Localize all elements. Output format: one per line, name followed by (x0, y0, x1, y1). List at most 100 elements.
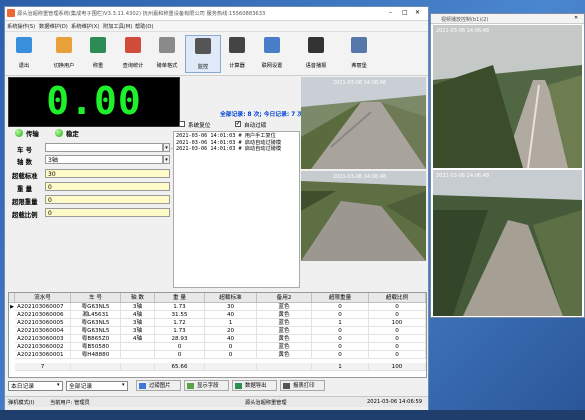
auto-save-checkbox[interactable]: ✔ (235, 121, 241, 127)
table-cell[interactable]: 0 (205, 343, 257, 351)
table-cell[interactable]: 3轴 (121, 319, 155, 327)
table-cell[interactable]: 0 (312, 343, 369, 351)
table-cell[interactable]: 40 (205, 335, 257, 343)
column-header-plate[interactable]: 车 号 (71, 293, 121, 303)
table-cell[interactable]: 31.55 (155, 311, 205, 319)
table-cell[interactable]: 1 (205, 319, 257, 327)
table-cell[interactable]: 3轴 (121, 303, 155, 311)
table-cell[interactable]: 0 (312, 311, 369, 319)
table-cell[interactable]: 蓝色 (257, 343, 312, 351)
table-cell[interactable]: 0 (312, 303, 369, 311)
table-cell[interactable]: 黄色 (257, 335, 312, 343)
menu-tools[interactable]: 附加工具(M) (103, 23, 132, 30)
table-cell[interactable]: 粤B865Z0 (71, 335, 121, 343)
table-cell[interactable]: 20 (205, 327, 257, 335)
table-cell[interactable]: 0 (369, 351, 426, 359)
record-scope-select[interactable]: 本日记录 (8, 381, 63, 391)
record-scope-dropdown-icon[interactable]: ▾ (57, 382, 60, 388)
close-button[interactable]: ✕ (415, 9, 420, 16)
column-header-over-weight[interactable]: 超限重量 (312, 293, 369, 303)
exit-button[interactable]: 退出 (7, 35, 41, 71)
over-weight-input[interactable]: 0 (45, 195, 170, 204)
table-cell[interactable]: 0 (369, 303, 426, 311)
limit-input[interactable]: 30 (45, 169, 170, 178)
table-cell[interactable]: 3轴 (121, 327, 155, 335)
switch-user-button[interactable]: 切换用户 (47, 35, 81, 71)
column-header-limit[interactable]: 超载标准 (205, 293, 257, 303)
video-close-button[interactable]: ✕ (574, 15, 578, 21)
plate-input[interactable] (45, 143, 163, 152)
table-cell[interactable]: 0 (369, 335, 426, 343)
table-cell[interactable]: 0 (205, 351, 257, 359)
minimize-button[interactable]: – (389, 9, 392, 16)
ticket-format-button[interactable]: 磅单格式 (150, 35, 184, 71)
table-cell[interactable]: 蓝色 (257, 303, 312, 311)
column-header-serial[interactable]: 流水号 (15, 293, 71, 303)
column-header-weight[interactable]: 重 量 (155, 293, 205, 303)
table-cell[interactable]: 4轴 (121, 311, 155, 319)
table-cell[interactable]: 1.73 (155, 303, 205, 311)
column-header-spare2[interactable]: 备用2 (257, 293, 312, 303)
menu-help[interactable]: 帮助(O) (135, 23, 154, 30)
table-cell[interactable]: 黄色 (257, 351, 312, 359)
table-cell[interactable]: 粤B50580 (71, 343, 121, 351)
table-cell[interactable]: A202103060006 (15, 311, 71, 319)
column-header-over-ratio[interactable]: 超载比例 (369, 293, 426, 303)
network-settings-button[interactable]: 联网设置 (255, 35, 289, 71)
table-cell[interactable]: A202103060001 (15, 351, 71, 359)
print-report-button[interactable]: 报表打印 (280, 380, 325, 391)
menu-data[interactable]: 数据维护(D) (39, 23, 68, 30)
table-cell[interactable]: 0 (155, 343, 205, 351)
query-stats-button[interactable]: 查询统计 (116, 35, 150, 71)
table-cell[interactable]: 30 (205, 303, 257, 311)
weight-input[interactable]: 0 (45, 182, 170, 191)
table-cell[interactable]: 0 (369, 327, 426, 335)
table-cell[interactable]: 1.73 (155, 327, 205, 335)
table-cell[interactable]: 黄色 (257, 311, 312, 319)
table-cell[interactable]: A202103060005 (15, 319, 71, 327)
table-cell[interactable]: 蓝色 (257, 327, 312, 335)
voice-broadcast-button[interactable]: 语音播报 (299, 35, 333, 71)
axle-dropdown-icon[interactable]: ▾ (163, 155, 170, 164)
display-fields-button[interactable]: 显示字段 (184, 380, 229, 391)
table-cell[interactable]: 粤G63NL5 (71, 319, 121, 327)
export-data-button[interactable]: 数据导出 (232, 380, 277, 391)
table-cell[interactable] (121, 351, 155, 359)
table-cell[interactable]: 100 (369, 319, 426, 327)
table-cell[interactable]: 1 (312, 319, 369, 327)
table-cell[interactable]: 40 (205, 311, 257, 319)
table-cell[interactable]: 粤H48880 (71, 351, 121, 359)
table-cell[interactable]: 湘L45631 (71, 311, 121, 319)
display-button[interactable]: 弗丽堡 (342, 35, 376, 71)
table-cell[interactable]: 0 (312, 327, 369, 335)
monitor-button[interactable]: 监控 (185, 35, 221, 73)
calculator-button[interactable]: 计算器 (220, 35, 254, 71)
table-cell[interactable]: A202103060007 (15, 303, 71, 311)
weigh-button[interactable]: 称重 (81, 35, 115, 71)
table-cell[interactable]: 蓝色 (257, 319, 312, 327)
table-cell[interactable]: 28.93 (155, 335, 205, 343)
table-cell[interactable]: 粤G63NL5 (71, 303, 121, 311)
table-cell[interactable]: A202103060002 (15, 343, 71, 351)
table-cell[interactable]: A202103060004 (15, 327, 71, 335)
table-cell[interactable]: 0 (369, 311, 426, 319)
table-cell[interactable] (121, 343, 155, 351)
table-cell[interactable]: A202103060003 (15, 335, 71, 343)
table-cell[interactable]: 粤G63NL5 (71, 327, 121, 335)
table-cell[interactable]: 0 (369, 343, 426, 351)
menu-maintenance[interactable]: 系统维护(X) (71, 23, 99, 30)
weigh-photo-button[interactable]: 过磅图片 (136, 380, 181, 391)
all-records-select[interactable]: 全部记录 (66, 381, 128, 391)
table-cell[interactable]: 0 (155, 351, 205, 359)
axle-select[interactable]: 3轴 (45, 155, 163, 164)
table-cell[interactable]: 0 (312, 335, 369, 343)
over-ratio-input[interactable]: 0 (45, 208, 170, 217)
plate-dropdown-icon[interactable]: ▾ (163, 143, 170, 152)
column-header-axle[interactable]: 轴 数 (121, 293, 155, 303)
table-cell[interactable]: 4轴 (121, 335, 155, 343)
system-reset-checkbox[interactable] (179, 121, 185, 127)
all-records-dropdown-icon[interactable]: ▾ (122, 382, 125, 388)
menu-system[interactable]: 系统操作(S) (7, 23, 35, 30)
table-cell[interactable]: 1.72 (155, 319, 205, 327)
maximize-button[interactable]: □ (402, 9, 408, 16)
